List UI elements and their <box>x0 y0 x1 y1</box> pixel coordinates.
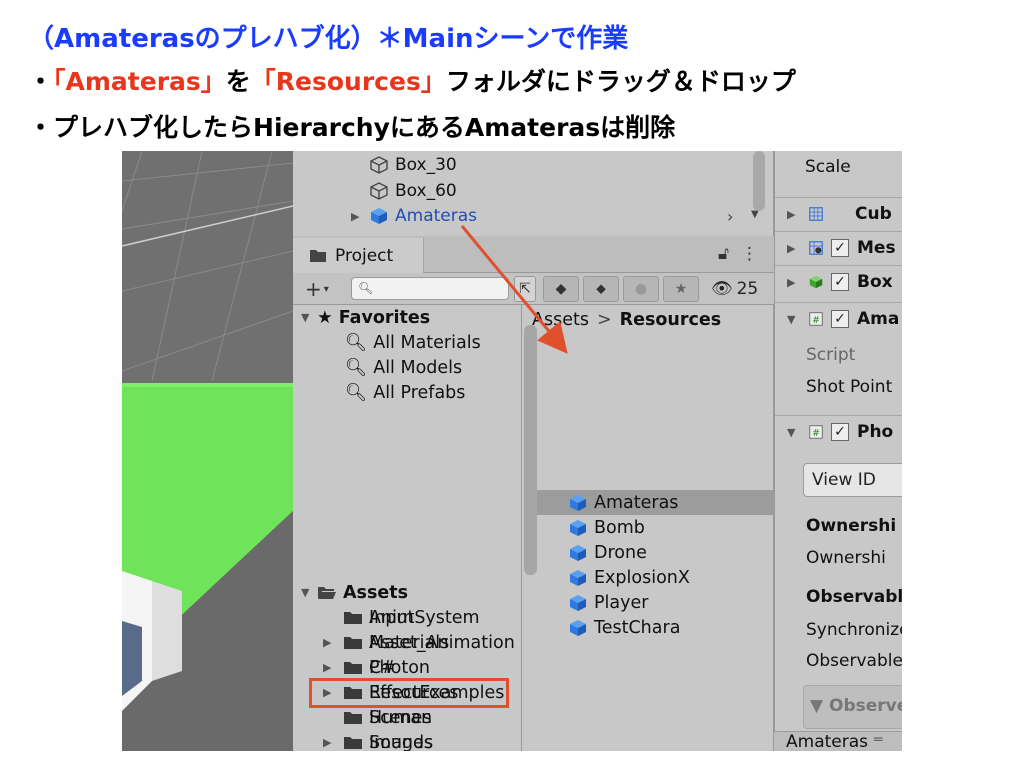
folder-icon <box>343 735 363 750</box>
tree-item-label: Photon <box>369 657 431 678</box>
tree-item-label: Scenes <box>369 707 432 728</box>
folder-icon <box>343 660 363 675</box>
bullet-delete-instruction: ・プレハブ化したらHierarchyにあるAmaterasは削除 <box>28 108 675 144</box>
folder-icon <box>343 710 363 725</box>
tree-item-label: InputSystem <box>369 607 480 628</box>
resources-highlight-box <box>309 678 509 708</box>
tree-folder-scenes[interactable]: Scenes <box>343 705 431 730</box>
folder-icon <box>343 635 363 650</box>
amateras-quote: 「Amateras」 <box>53 67 226 96</box>
delete-text: プレハブ化したらHierarchyにあるAmaterasは削除 <box>53 113 676 142</box>
tree-scrollbar[interactable] <box>524 325 537 575</box>
tree-folder-materials[interactable]: Materials <box>343 630 449 655</box>
tree-item-label: Materials <box>369 632 450 653</box>
bullet-drag-instruction: ・「Amateras」を「Resources」フォルダにドラッグ＆ドロップ <box>28 62 796 98</box>
collapsed-arrow-icon[interactable]: ▶ <box>323 661 337 674</box>
tree-lower-layer: InputSystem Materials ▶ Photon Resources… <box>293 305 522 751</box>
tree-folder-inputsystem[interactable]: InputSystem <box>343 605 480 630</box>
tree-folder-sounds[interactable]: Sounds <box>343 730 433 751</box>
bullet-dot: ・ <box>28 113 54 142</box>
bullet-dot: ・ <box>28 67 54 96</box>
tree-folder-photon[interactable]: ▶ Photon <box>323 655 430 680</box>
folder-icon <box>343 610 363 625</box>
drag-drop-text: フォルダにドラッグ＆ドロップ <box>445 67 796 96</box>
particle-wo: を <box>225 67 251 96</box>
tree-item-label: Sounds <box>369 732 434 752</box>
slide-title: （Amaterasのプレハブ化）＊Mainシーンで作業 <box>28 24 629 54</box>
resources-quote: 「Resources」 <box>250 67 446 96</box>
